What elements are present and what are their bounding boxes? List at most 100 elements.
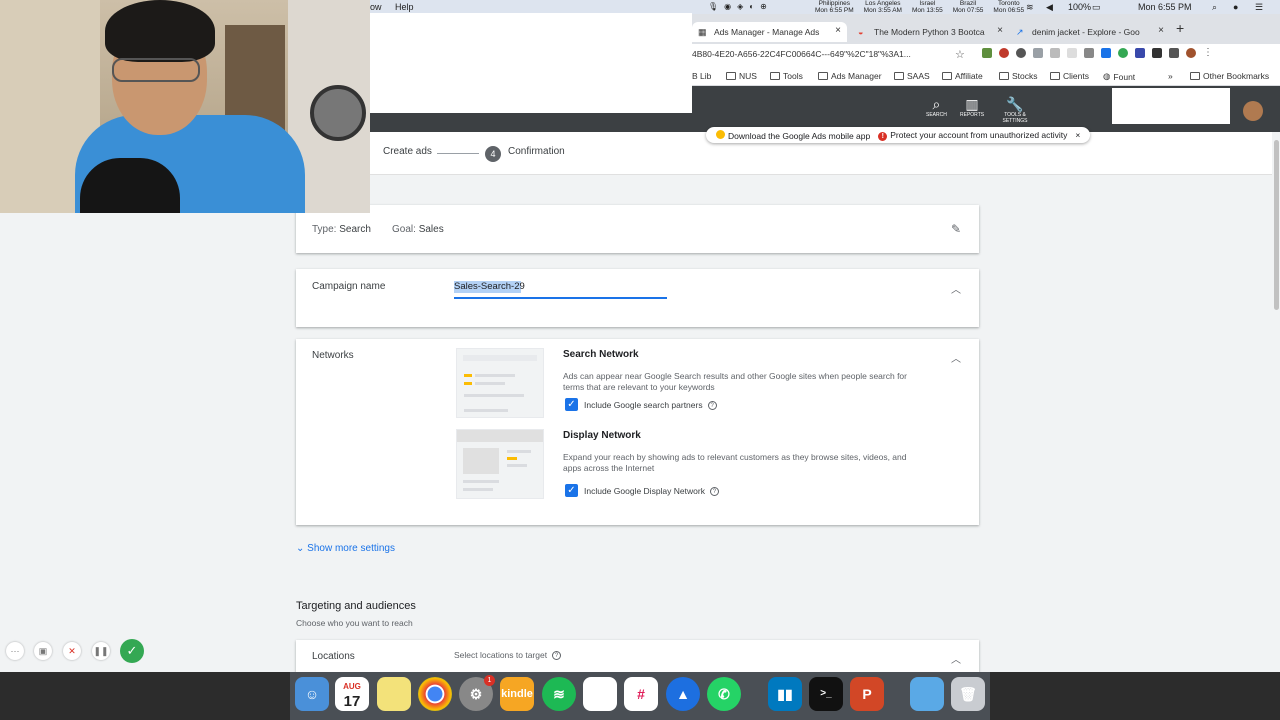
goal-label: Goal: <box>392 224 416 235</box>
close-tab-icon[interactable]: × <box>835 25 841 36</box>
menu-kebab-icon[interactable]: ⋮ <box>1203 48 1213 58</box>
extension-icon[interactable] <box>1118 48 1128 58</box>
edit-pencil-icon[interactable]: ✎ <box>951 222 961 236</box>
status-icon[interactable]: ⊕ <box>760 2 767 11</box>
help-icon[interactable]: ? <box>709 487 719 497</box>
whatsapp-icon[interactable]: ✆ <box>707 677 741 711</box>
extension-icon[interactable] <box>1101 48 1111 58</box>
tab-ads-manager[interactable]: ▦ Ads Manager - Manage Ads × <box>692 22 847 42</box>
spotify-icon[interactable]: ≋ <box>542 677 576 711</box>
close-tab-icon[interactable]: × <box>997 25 1003 36</box>
notes-icon[interactable] <box>377 677 411 711</box>
bookmarks-overflow-button[interactable]: » <box>1168 71 1173 81</box>
recorder-more-button[interactable]: ··· <box>6 642 24 660</box>
display-network-checkbox[interactable]: ✓ <box>565 484 578 497</box>
calendar-icon[interactable]: AUG 17 <box>335 677 369 711</box>
extension-icon[interactable] <box>982 48 992 58</box>
mic-icon[interactable]: 🎙 <box>708 2 718 11</box>
mobile-app-message[interactable]: Download the Google Ads mobile app <box>728 131 870 141</box>
status-icon[interactable]: ◐ <box>749 2 754 11</box>
networks-card: Networks ︿ Search Network Ads can appear… <box>296 339 979 525</box>
udemy-favicon: ◒ <box>858 27 864 37</box>
battery-percent[interactable]: 100% <box>1068 2 1091 12</box>
bookmark-folder[interactable]: NUS <box>726 71 757 81</box>
show-more-settings-link[interactable]: ⌄ Show more settings <box>296 543 395 554</box>
collapse-chevron-icon[interactable]: ︿ <box>951 281 961 296</box>
clock-city: Brazil <box>959 0 977 7</box>
avatar[interactable] <box>1243 101 1263 121</box>
bookmark-item[interactable]: ◍ Fount <box>1103 71 1135 82</box>
control-center-icon[interactable]: ☰ <box>1255 2 1263 13</box>
status-icon[interactable]: ◈ <box>737 2 743 11</box>
extension-icon[interactable] <box>1050 48 1060 58</box>
bookmark-label: SAAS <box>907 71 930 81</box>
bookmark-folder[interactable]: SAAS <box>894 71 930 81</box>
extension-icon[interactable] <box>1152 48 1162 58</box>
bookmark-label: NUS <box>739 71 757 81</box>
collapse-chevron-icon[interactable]: ︿ <box>951 651 961 666</box>
extension-icon[interactable] <box>1033 48 1043 58</box>
search-network-illustration <box>456 348 544 418</box>
extension-icon[interactable] <box>999 48 1009 58</box>
header-reports-button[interactable]: ▥ REPORTS <box>960 96 984 118</box>
volume-icon[interactable]: ◀ <box>1046 2 1053 13</box>
bookmark-star-icon[interactable]: ☆ <box>955 48 965 61</box>
step-confirmation[interactable]: Confirmation <box>508 146 565 157</box>
siri-icon[interactable]: ● <box>1233 2 1238 12</box>
recorder-pause-button[interactable]: ❚❚ <box>92 642 110 660</box>
bookmark-folder[interactable]: Tools <box>770 71 803 81</box>
recorder-finish-button[interactable]: ✓ <box>120 639 144 663</box>
status-icon[interactable]: ◉ <box>724 2 731 11</box>
campaign-name-input[interactable] <box>454 278 667 292</box>
header-search-button[interactable]: ⌕ SEARCH <box>926 96 947 118</box>
help-icon[interactable]: ? <box>707 401 717 411</box>
redacted-account-box <box>1112 88 1230 124</box>
reminders-icon[interactable] <box>583 677 617 711</box>
testflight-icon[interactable]: ▲ <box>666 677 700 711</box>
tab-python-bootcamp[interactable]: ◒ The Modern Python 3 Bootca × <box>858 22 1003 42</box>
finder-icon[interactable]: ☺ <box>295 677 329 711</box>
close-icon[interactable]: × <box>1075 130 1080 140</box>
bookmark-folder[interactable]: Ads Manager <box>818 71 882 81</box>
scrollbar-thumb[interactable] <box>1274 140 1279 310</box>
security-message[interactable]: Protect your account from unauthorized a… <box>890 130 1067 140</box>
kindle-icon[interactable]: kindle <box>500 677 534 711</box>
bookmark-folder[interactable]: Other Bookmarks <box>1190 71 1269 81</box>
chrome-icon[interactable] <box>418 677 452 711</box>
world-clocks: Philippines Mon 6:55 PM Los Angeles Mon 3:… <box>815 0 1024 14</box>
step-create-ads[interactable]: Create ads <box>383 146 432 157</box>
bookmark-folder[interactable]: Affiliate <box>942 71 983 81</box>
help-icon[interactable]: ? <box>552 651 562 661</box>
downloads-folder-icon[interactable] <box>910 677 944 711</box>
trash-icon[interactable]: 🗑 <box>951 677 985 711</box>
campaign-name-field[interactable] <box>454 278 667 299</box>
spotlight-search-icon[interactable]: ⌕ <box>1212 2 1217 13</box>
profile-icon[interactable] <box>1186 48 1196 58</box>
menu-item[interactable]: ow <box>370 2 382 12</box>
address-bar[interactable]: 4B80-4E20-A656-22C4FC00664C---649"%2C"18… <box>692 49 911 59</box>
bookmark-folder[interactable]: Clients <box>1050 71 1089 81</box>
display-network-description: Expand your reach by showing ads to rele… <box>563 452 907 473</box>
close-tab-icon[interactable]: × <box>1158 25 1164 36</box>
collapse-chevron-icon[interactable]: ︿ <box>951 350 961 365</box>
search-partners-checkbox[interactable]: ✓ <box>565 398 578 411</box>
header-tools-button[interactable]: 🔧 TOOLS & SETTINGS <box>1000 96 1030 124</box>
puzzle-icon[interactable] <box>1169 48 1179 58</box>
extension-icon[interactable] <box>1067 48 1077 58</box>
menubar-clock[interactable]: Mon 6:55 PM <box>1138 2 1192 12</box>
slack-icon[interactable]: # <box>624 677 658 711</box>
terminal-icon[interactable]: >_ <box>809 677 843 711</box>
extension-icon[interactable] <box>1135 48 1145 58</box>
extension-icon[interactable] <box>1016 48 1026 58</box>
recorder-camera-button[interactable]: ▣ <box>34 642 52 660</box>
wifi-icon[interactable]: ≋ <box>1026 2 1034 13</box>
menu-item-help[interactable]: Help <box>395 2 414 12</box>
bookmark-item[interactable]: B Lib <box>692 71 711 81</box>
extension-icon[interactable] <box>1084 48 1094 58</box>
trello-icon[interactable]: ▮▮ <box>768 677 802 711</box>
bookmark-folder[interactable]: Stocks <box>999 71 1038 81</box>
new-tab-button[interactable]: + <box>1176 20 1184 36</box>
tab-google-trends[interactable]: ↗ denim jacket - Explore - Goo × <box>1016 22 1164 42</box>
recorder-cancel-button[interactable]: ✕ <box>63 642 81 660</box>
powerpoint-icon[interactable]: P <box>850 677 884 711</box>
